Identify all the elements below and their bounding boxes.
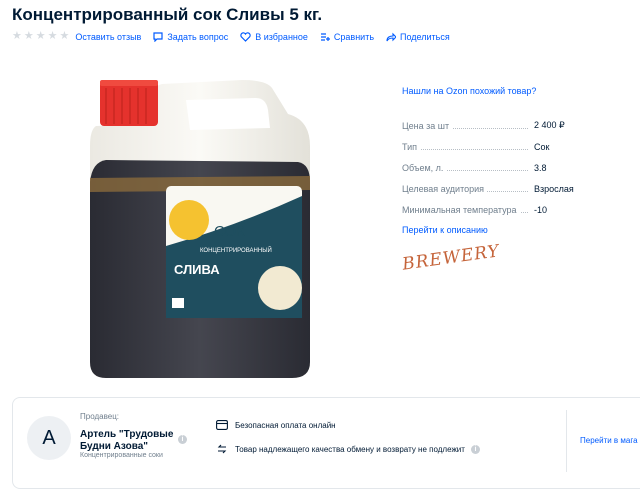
spec-label: Тип [402, 142, 421, 152]
spec-value: Взрослая [534, 184, 574, 194]
card-icon [216, 420, 228, 430]
compare-icon [320, 32, 330, 41]
juice-canister-image: СОК КОНЦЕНТРИРОВАННЫЙ СЛИВА [90, 80, 310, 378]
info-icon[interactable]: i [178, 435, 187, 444]
compare-link[interactable]: Сравнить [320, 32, 374, 42]
label-name-text: СЛИВА [174, 262, 220, 277]
divider [566, 410, 567, 472]
spec-row: Объем, л. 3.8 [402, 152, 574, 173]
star-icon[interactable]: ★ [48, 31, 58, 42]
spec-row: Целевая аудитория Взрослая [402, 173, 574, 194]
spec-value: 3.8 [534, 163, 547, 173]
spec-row: Тип Сок [402, 131, 574, 152]
go-to-store-link[interactable]: Перейти в мага [580, 436, 638, 445]
go-to-description-link[interactable]: Перейти к описанию [402, 225, 574, 235]
leave-review-label: Оставить отзыв [75, 31, 142, 42]
star-icon[interactable]: ★ [12, 31, 22, 42]
share-label: Поделиться [400, 31, 450, 42]
seller-name[interactable]: Артель "Трудовые Будни Азова" [80, 429, 180, 453]
spec-label: Целевая аудитория [402, 184, 487, 194]
product-actions-bar: ★ ★ ★ ★ ★ Оставить отзыв Задать вопрос В… [12, 31, 462, 42]
product-image[interactable]: СОК КОНЦЕНТРИРОВАННЫЙ СЛИВА [66, 66, 356, 386]
ask-question-label: Задать вопрос [167, 31, 229, 42]
seller-card: А Продавец: Артель "Трудовые Будни Азова… [12, 397, 640, 489]
product-info-panel: Нашли на Ozon похожий товар? Цена за шт … [402, 86, 574, 235]
no-return-feature: Товар надлежащего качества обмену и возв… [216, 444, 480, 454]
spec-label: Объем, л. [402, 163, 447, 173]
canister-cap [100, 80, 158, 126]
heart-icon [240, 31, 251, 42]
leave-review-link[interactable]: Оставить отзыв [75, 32, 141, 42]
label-sub-text: КОНЦЕНТРИРОВАННЫЙ [200, 246, 272, 254]
favorite-label: В избранное [255, 31, 308, 42]
compare-label: Сравнить [333, 31, 375, 42]
spec-value: Сок [534, 142, 550, 152]
avatar[interactable]: А [27, 416, 71, 460]
spec-value: 2 400 ₽ [534, 120, 565, 130]
brand-logo[interactable]: BREWERY [401, 241, 501, 274]
label-top-text: СОК [214, 223, 245, 240]
product-label: СОК КОНЦЕНТРИРОВАННЫЙ СЛИВА [166, 186, 302, 318]
page-title: Концентрированный сок Сливы 5 кг. [12, 5, 323, 24]
star-icon[interactable]: ★ [60, 31, 70, 42]
chat-icon [153, 31, 163, 42]
secure-payment-text: Безопасная оплата онлайн [235, 420, 336, 430]
spec-value: -10 [534, 205, 548, 215]
found-similar-link[interactable]: Нашли на Ozon похожий товар? [402, 86, 574, 96]
rating-stars[interactable]: ★ ★ ★ ★ ★ [12, 31, 69, 42]
seller-label: Продавец: [80, 412, 120, 421]
star-icon[interactable]: ★ [36, 31, 46, 42]
share-icon [386, 32, 397, 41]
seller-category: Концентрированные соки [80, 452, 163, 459]
share-link[interactable]: Поделиться [386, 32, 450, 42]
no-return-text: Товар надлежащего качества обмену и возв… [235, 444, 465, 454]
add-to-favorites-link[interactable]: В избранное [240, 32, 308, 42]
spec-row: Минимальная температура -10 [402, 194, 574, 215]
star-icon[interactable]: ★ [24, 31, 34, 42]
spec-label: Цена за шт [402, 121, 453, 131]
ask-question-link[interactable]: Задать вопрос [153, 32, 228, 42]
secure-payment-feature: Безопасная оплата онлайн [216, 420, 336, 430]
spec-label: Минимальная температура [402, 205, 520, 215]
spec-row: Цена за шт 2 400 ₽ [402, 110, 574, 131]
return-icon [217, 444, 227, 454]
info-icon[interactable]: i [470, 444, 480, 454]
